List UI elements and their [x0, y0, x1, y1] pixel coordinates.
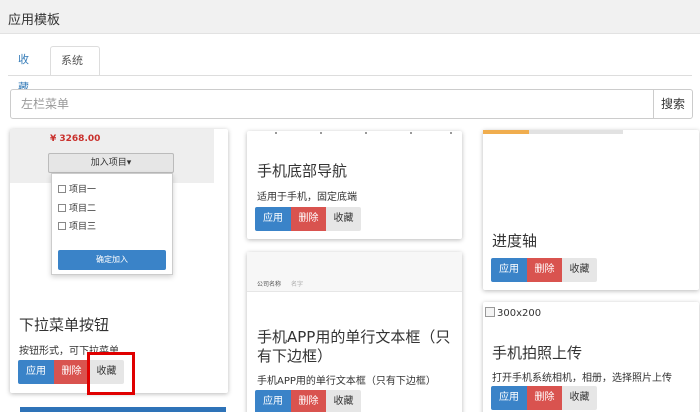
template-card-photo-upload[interactable]: 300x200 手机拍照上传 打开手机系统相机，相册，选择照片上传 应用 删除 …: [483, 302, 699, 412]
search-button[interactable]: 搜索: [653, 89, 693, 119]
favorite-button[interactable]: 收藏: [562, 258, 597, 282]
progress-track: [483, 130, 623, 134]
checkbox-icon: [58, 222, 66, 230]
preview-menu-item: 项目三: [58, 221, 96, 233]
preview-field-label: 公司名称: [257, 281, 282, 288]
favorite-button[interactable]: 收藏: [562, 386, 597, 410]
preview-price: ¥ 3268.00: [50, 134, 101, 144]
tab-system[interactable]: 系统: [50, 46, 100, 76]
favorite-button[interactable]: 收藏: [326, 390, 361, 412]
tab-favorites[interactable]: 收藏: [8, 46, 48, 94]
preview-menu-item: 项目二: [58, 203, 96, 215]
broken-image-icon: [485, 307, 495, 317]
card-description: 手机APP用的单行文本框（只有下边框）: [257, 376, 436, 387]
preview-image: 300x200: [485, 307, 541, 321]
card-actions: 应用 删除 收藏: [255, 390, 365, 412]
use-button[interactable]: 应用: [491, 258, 527, 282]
card-actions: 应用 删除 收藏: [255, 207, 365, 231]
card-description: 适用于手机，固定底端: [257, 192, 357, 203]
card-title: 手机拍照上传: [492, 344, 583, 362]
use-button[interactable]: 应用: [255, 390, 291, 412]
checkbox-icon: [58, 204, 66, 212]
delete-button[interactable]: 删除: [291, 390, 326, 412]
card-title: 进度轴: [492, 232, 538, 250]
use-button[interactable]: 应用: [491, 386, 527, 410]
preview-dropdown-button: 加入项目▾: [48, 153, 174, 173]
window-title: 应用模板: [8, 13, 61, 28]
nav-preview: [265, 131, 452, 137]
preview-dropdown-menu: 项目一 项目二 项目三 确定加入: [51, 173, 173, 275]
card-actions: 应用 删除 收藏: [491, 386, 601, 410]
template-card-bottom-nav[interactable]: 手机底部导航 适用于手机，固定底端 应用 删除 收藏: [247, 131, 462, 239]
preview-menu-item: 项目一: [58, 184, 96, 196]
checkbox-icon: [58, 185, 66, 193]
use-button[interactable]: 应用: [255, 207, 291, 231]
preview-field-value: 名字: [291, 281, 304, 288]
delete-button[interactable]: 删除: [54, 360, 89, 384]
card-title: 手机底部导航: [257, 162, 348, 180]
tab-divider: [8, 75, 692, 76]
input-preview: 公司名称 名字: [247, 252, 462, 292]
card-title: 下拉菜单按钮: [19, 316, 110, 334]
delete-button[interactable]: 删除: [291, 207, 326, 231]
progress-fill: [483, 130, 530, 134]
delete-button[interactable]: 删除: [527, 258, 562, 282]
search-input[interactable]: [10, 89, 654, 119]
use-button[interactable]: 应用: [18, 360, 54, 384]
search-bar: 搜索: [10, 89, 693, 119]
highlight-box: [87, 352, 135, 395]
favorite-button[interactable]: 收藏: [326, 207, 361, 231]
card-description: 打开手机系统相机，相册，选择照片上传: [492, 373, 672, 384]
template-card-single-input[interactable]: 公司名称 名字 手机APP用的单行文本框（只有下边框） 手机APP用的单行文本框…: [247, 252, 462, 412]
window-titlebar: 应用模板: [0, 0, 700, 34]
preview-confirm-button: 确定加入: [58, 250, 166, 270]
delete-button[interactable]: 删除: [527, 386, 562, 410]
card-title: 手机APP用的单行文本框（只有下边框）: [257, 328, 451, 365]
template-card-progress[interactable]: 进度轴 应用 删除 收藏: [483, 130, 699, 290]
next-card-edge: [20, 407, 226, 412]
card-actions: 应用 删除 收藏: [491, 258, 601, 282]
